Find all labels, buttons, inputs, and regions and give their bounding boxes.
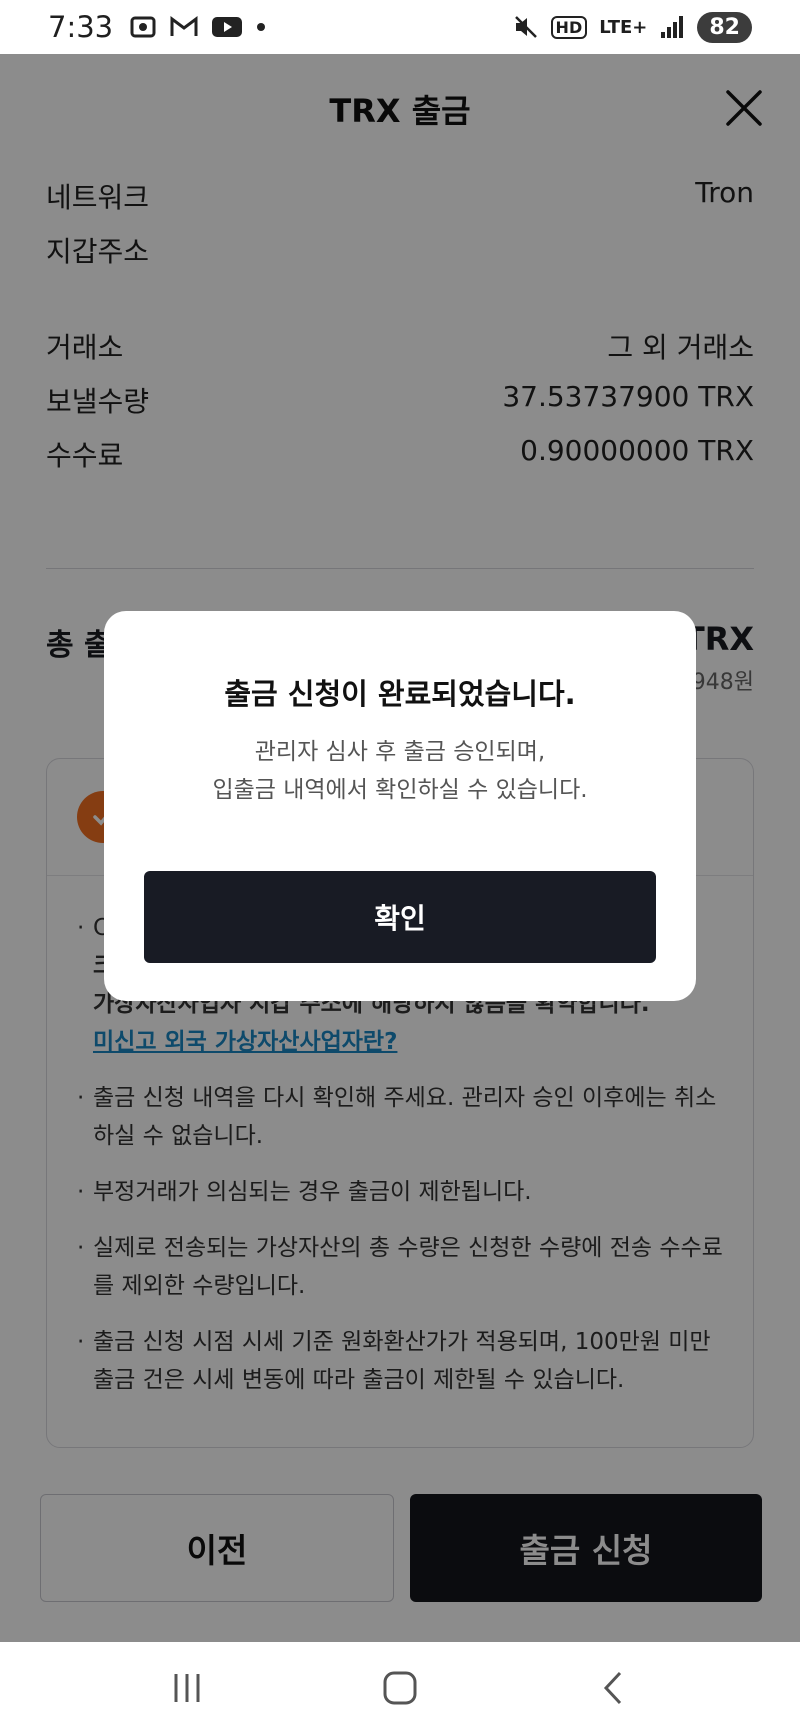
network-label: LTE+ <box>599 16 648 38</box>
dialog-title: 출금 신청이 완료되었습니다. <box>224 677 576 711</box>
android-nav-bar <box>0 1642 800 1734</box>
screenshot-icon <box>130 16 156 38</box>
mute-icon <box>514 16 537 38</box>
status-time: 7:33 <box>48 10 114 44</box>
confirm-button[interactable]: 확인 <box>144 871 656 963</box>
withdraw-screen: TRX 출금 네트워크 Tron 지갑주소 거래소 그 외 거래소 보낼수량 3… <box>0 54 800 1642</box>
status-system-icons: HD LTE+ 82 <box>513 11 752 43</box>
home-button[interactable] <box>370 1658 430 1718</box>
recent-apps-icon <box>174 1674 200 1702</box>
back-icon <box>604 1671 622 1705</box>
battery-level: 82 <box>697 11 752 43</box>
gmail-icon <box>170 16 198 36</box>
back-button[interactable] <box>583 1658 643 1718</box>
youtube-icon <box>212 17 243 37</box>
hd-badge: HD <box>550 15 588 39</box>
dialog-message: 관리자 심사 후 출금 승인되며, 입출금 내역에서 확인하실 수 있습니다. <box>104 733 696 809</box>
status-notification-icons <box>129 13 267 41</box>
completion-dialog: 출금 신청이 완료되었습니다. 관리자 심사 후 출금 승인되며, 입출금 내역… <box>104 611 696 1001</box>
home-icon <box>383 1671 417 1705</box>
signal-icon <box>661 16 684 38</box>
dot-icon <box>257 23 266 31</box>
recent-apps-button[interactable] <box>157 1658 217 1718</box>
dialog-message-line2: 입출금 내역에서 확인하실 수 있습니다. <box>212 777 588 803</box>
status-bar: 7:33 HD LTE+ 82 <box>0 0 800 54</box>
dialog-message-line1: 관리자 심사 후 출금 승인되며, <box>254 739 546 765</box>
